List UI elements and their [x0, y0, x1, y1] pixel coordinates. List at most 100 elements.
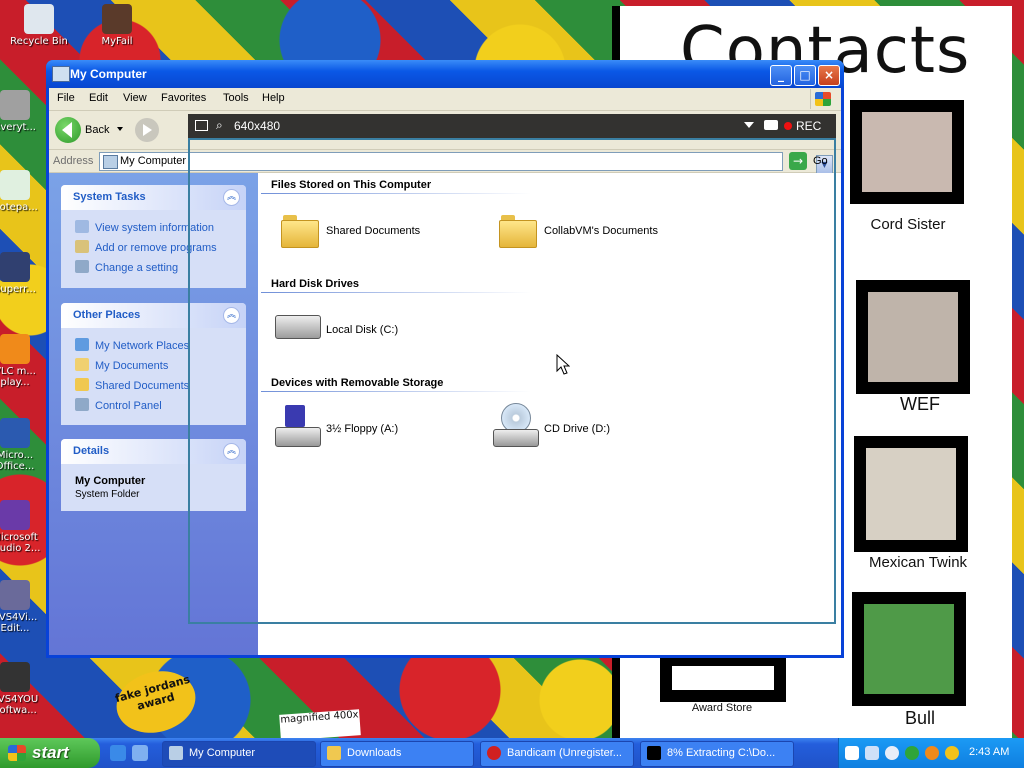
bandicam-resolution[interactable]: 640x480 — [234, 119, 280, 133]
desktop-icon-myfail[interactable]: MyFail — [82, 4, 152, 47]
clock[interactable]: 2:43 AM — [969, 746, 1009, 758]
details-name: My Computer — [75, 475, 146, 487]
internet-explorer-icon[interactable] — [110, 745, 126, 761]
taskbar: start My Computer Downloads Bandicam (Un… — [0, 738, 1024, 768]
other-places-title: Other Places — [73, 309, 141, 321]
contact-label-bull: Bull — [904, 708, 935, 728]
super-icon — [0, 252, 30, 282]
search-tray-icon[interactable] — [945, 746, 959, 760]
menu-bar: File Edit View Favorites Tools Help — [49, 88, 841, 111]
screen-rect-icon[interactable] — [195, 120, 208, 131]
network-icon — [75, 338, 89, 351]
menu-view[interactable]: View — [123, 92, 147, 104]
computer-icon — [169, 746, 183, 760]
details-title: Details — [73, 445, 110, 457]
contact-label-cord-sister: Cord Sister — [870, 216, 946, 233]
wallpaper-award-sticker: fake jordans award — [109, 662, 203, 738]
back-button[interactable] — [55, 117, 81, 143]
7zip-icon — [647, 746, 661, 760]
bandicam-bar[interactable]: ⌕ 640x480 REC — [188, 114, 836, 138]
magnifier-icon[interactable]: ⌕ — [216, 118, 223, 133]
window-title: My Computer — [70, 67, 147, 81]
tray-app-icon[interactable] — [925, 746, 939, 760]
desktop-icon-notepad[interactable]: Notepa... — [0, 170, 50, 213]
notepad-icon — [0, 170, 30, 200]
studio-icon — [0, 500, 30, 530]
system-tasks-title: System Tasks — [73, 191, 146, 203]
start-button[interactable]: start — [0, 738, 100, 768]
place-control-panel[interactable]: Control Panel — [75, 398, 162, 412]
computer-icon — [103, 155, 118, 169]
menu-favorites[interactable]: Favorites — [161, 92, 206, 104]
contact-label-wef: WEF — [900, 394, 940, 414]
place-shared-documents[interactable]: Shared Documents — [75, 378, 189, 392]
avs4you-icon — [0, 662, 30, 692]
forward-button[interactable] — [135, 118, 159, 142]
taskbar-7zip-extract[interactable]: 8% Extracting C:\Do... — [640, 741, 794, 767]
system-info-icon — [75, 220, 89, 233]
desktop-icon-studio[interactable]: Microsoft Studio 2... — [0, 500, 50, 554]
desktop-icon-avs-editor[interactable]: AVS4Vi... Edit... — [0, 580, 50, 634]
record-dot-icon — [784, 122, 792, 130]
desktop-icon-vlc[interactable]: VLC m... play... — [0, 334, 50, 388]
office-icon — [0, 418, 30, 448]
contact-photo-award-store — [660, 654, 786, 702]
taskbar-bandicam[interactable]: Bandicam (Unregister... — [480, 741, 634, 767]
mouse-cursor-icon — [556, 354, 570, 375]
close-button[interactable]: × — [818, 65, 840, 86]
minimize-button[interactable]: _ — [770, 65, 792, 86]
windows-flag-icon — [8, 745, 26, 761]
task-change-setting[interactable]: Change a setting — [75, 260, 178, 274]
add-remove-icon — [75, 240, 89, 253]
menu-tools[interactable]: Tools — [223, 92, 249, 104]
recycle-bin-icon — [24, 4, 54, 34]
place-my-documents[interactable]: My Documents — [75, 358, 168, 372]
contact-photo-mexican-twink — [854, 436, 968, 552]
rec-button[interactable]: REC — [796, 119, 821, 133]
menu-edit[interactable]: Edit — [89, 92, 108, 104]
back-label: Back — [85, 124, 110, 136]
folder-icon — [75, 378, 89, 391]
vlc-icon — [0, 334, 30, 364]
wallpaper-magnified-label: magnified 400x — [279, 709, 361, 738]
start-label: start — [32, 743, 69, 762]
my-documents-icon — [75, 358, 89, 371]
computer-icon — [52, 66, 70, 82]
bandicam-dropdown-icon[interactable] — [744, 122, 754, 128]
speaker-icon[interactable] — [885, 746, 899, 760]
place-my-network-places[interactable]: My Network Places — [75, 338, 189, 352]
desktop-icon-office[interactable]: Micro... Office... — [0, 418, 50, 472]
desktop-icon-super[interactable]: Superr... — [0, 252, 50, 295]
help-icon[interactable] — [845, 746, 859, 760]
desktop-icon-avs4you[interactable]: AVS4YOU Softwa... — [0, 662, 50, 716]
contact-photo-wef — [856, 280, 970, 394]
taskbar-my-computer[interactable]: My Computer — [162, 741, 316, 767]
desktop-icon-recycle-bin[interactable]: Recycle Bin — [4, 4, 74, 47]
show-desktop-icon[interactable] — [132, 745, 148, 761]
contact-photo-bull — [852, 592, 966, 706]
menu-file[interactable]: File — [57, 92, 75, 104]
contact-label-award-store: Award Store — [691, 702, 753, 714]
back-dropdown-icon[interactable] — [117, 127, 123, 131]
menu-help[interactable]: Help — [262, 92, 285, 104]
address-label: Address — [53, 155, 94, 167]
windows-flag-icon — [810, 89, 833, 109]
contact-photo-cord-sister — [850, 100, 964, 204]
back-arrow-icon — [62, 122, 72, 138]
everything-icon — [0, 90, 30, 120]
taskbar-downloads[interactable]: Downloads — [320, 741, 474, 767]
title-bar[interactable]: My Computer _ □ × — [46, 60, 844, 88]
myfail-icon — [102, 4, 132, 34]
details-kind: System Folder — [75, 489, 140, 500]
maximize-button[interactable]: □ — [794, 65, 816, 86]
desktop-icon-everything[interactable]: Everyt... — [0, 90, 50, 133]
status-green-icon[interactable] — [905, 746, 919, 760]
control-panel-icon — [75, 398, 89, 411]
bandicam-icon — [487, 746, 501, 760]
bandicam-capture-frame — [188, 138, 836, 624]
control-panel-icon — [75, 260, 89, 273]
network-icon[interactable] — [865, 746, 879, 760]
camera-icon[interactable] — [764, 120, 778, 130]
avs-editor-icon — [0, 580, 30, 610]
system-tray: 2:43 AM — [838, 738, 1024, 768]
